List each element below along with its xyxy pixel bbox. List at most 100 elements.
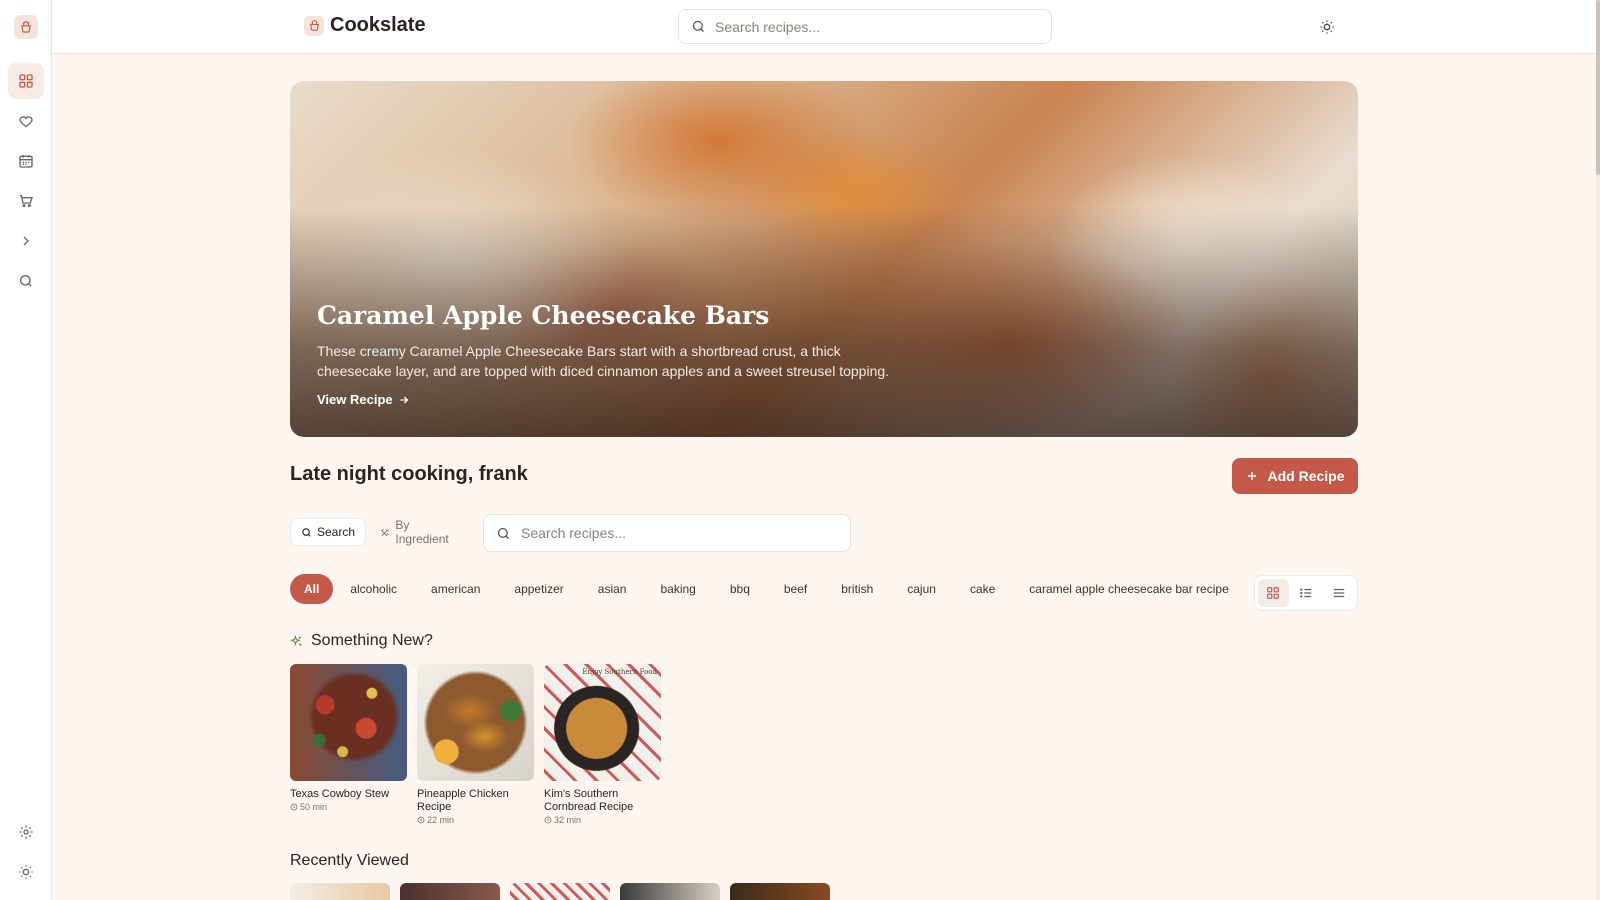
something-new-cards: Texas Cowboy Stew 50 min Pineapple Chick… [290,664,661,825]
tag-american[interactable]: american [414,574,497,604]
gear-icon [19,825,33,839]
recently-viewed-card[interactable] [730,883,830,900]
recipe-image: Enjoy Southern Food [544,664,661,781]
header-search-input[interactable] [715,18,1015,35]
arrow-right-icon [400,396,409,403]
add-recipe-label: Add Recipe [1267,468,1345,484]
sparkles-icon [290,634,302,646]
recipe-time-value: 50 min [300,802,328,812]
add-recipe-button[interactable]: Add Recipe [1232,458,1358,494]
search-icon [497,527,509,539]
tag-cake[interactable]: cake [953,574,1012,604]
heart-icon [19,116,33,128]
recipe-image [417,664,534,781]
page-scrollbar[interactable] [1596,0,1600,900]
grid-view-button[interactable] [1258,579,1289,607]
sidebar-item-settings[interactable] [8,814,44,850]
sidebar [0,0,52,900]
clock-icon [290,803,298,811]
recipe-time-value: 22 min [427,815,455,825]
tag-beef[interactable]: beef [767,574,824,604]
app-logo-icon[interactable] [14,15,38,39]
search-mode-ingredient-label: By Ingredient [395,518,449,546]
utensils-icon [381,528,389,536]
recently-viewed-cards [290,883,830,900]
tag-appetizer[interactable]: appetizer [497,574,580,604]
recipe-title: Texas Cowboy Stew [290,788,390,800]
view-mode-toggle [1254,575,1358,611]
grid-icon [1267,587,1280,599]
view-recipe-link[interactable]: View Recipe [317,392,410,407]
recently-viewed-title: Recently Viewed [290,852,409,869]
header-theme-toggle[interactable] [1316,16,1338,38]
search-icon [302,527,311,537]
sidebar-item-meal-planner[interactable] [8,143,44,179]
tag-filter-bar: All alcoholic american appetizer asian b… [290,574,1246,604]
list-view-button[interactable] [1291,579,1322,607]
tag-british[interactable]: british [824,574,890,604]
greeting-heading: Late night cooking, frank [290,463,528,485]
search-icon [692,20,704,32]
recently-viewed-heading: Recently Viewed [290,852,409,870]
calendar-icon [19,155,33,168]
image-watermark: Enjoy Southern Food [582,668,657,676]
sun-icon [1320,20,1334,34]
search-mode-by-ingredient[interactable]: By Ingredient [370,518,472,546]
tag-alcoholic[interactable]: alcoholic [333,574,414,604]
hero-title: Caramel Apple Cheesecake Bars [317,301,770,330]
sidebar-expand-button[interactable] [8,223,44,259]
recently-viewed-card[interactable] [620,883,720,900]
something-new-heading: Something New? [290,632,433,650]
search-mode-search-label: Search [317,525,356,539]
recently-viewed-card[interactable] [510,883,610,900]
recipe-search-input[interactable] [521,525,821,541]
list-icon [1300,588,1312,598]
recipe-time: 50 min [290,802,407,812]
header-search[interactable] [678,9,1052,44]
recipe-title: Pineapple Chicken Recipe [417,788,509,813]
clock-icon [417,816,425,824]
recipe-search[interactable] [483,514,851,552]
top-header: Cookslate [52,0,1596,54]
brand-name: Cookslate [330,14,426,36]
tag-caramel-apple[interactable]: caramel apple cheesecake bar recipe [1012,574,1245,604]
clock-icon [544,816,552,824]
plus-icon [1248,471,1257,481]
recipe-card[interactable]: Enjoy Southern Food Kim's Southern Cornb… [544,664,661,825]
recently-viewed-card[interactable] [400,883,500,900]
sidebar-item-favorites[interactable] [8,103,44,139]
recipe-time: 22 min [417,815,534,825]
recipe-time: 32 min [544,815,661,825]
tag-baking[interactable]: baking [643,574,712,604]
something-new-title: Something New? [311,632,433,649]
view-recipe-label: View Recipe [317,392,393,407]
chevron-right-icon [23,236,29,246]
brand-logo-icon [304,15,324,36]
sun-icon [19,865,33,879]
cart-icon [20,195,33,208]
featured-recipe-hero[interactable]: Caramel Apple Cheesecake Bars These crea… [290,81,1358,437]
recently-viewed-card[interactable] [290,883,390,900]
hero-overlay [290,81,1358,437]
recipe-title: Kim's Southern Cornbread Recipe [544,788,634,813]
hero-description: These creamy Caramel Apple Cheesecake Ba… [317,343,890,379]
recipe-card[interactable]: Texas Cowboy Stew 50 min [290,664,407,825]
search-mode-search[interactable]: Search [290,518,367,546]
recipe-card[interactable]: Pineapple Chicken Recipe 22 min [417,664,534,825]
search-mode-toggle: Search By Ingredient [290,516,472,548]
sidebar-theme-toggle[interactable] [8,854,44,890]
tag-cajun[interactable]: cajun [890,574,953,604]
brand[interactable]: Cookslate [304,14,426,37]
grid-icon [19,74,33,88]
search-icon [20,275,32,287]
recipe-image [290,664,407,781]
menu-icon [1333,588,1344,598]
scrollbar-thumb[interactable] [1596,0,1600,175]
sidebar-item-dashboard[interactable] [8,63,44,99]
tag-bbq[interactable]: bbq [713,574,767,604]
compact-view-button[interactable] [1323,579,1354,607]
tag-asian[interactable]: asian [581,574,644,604]
tag-all[interactable]: All [290,574,334,604]
sidebar-item-shopping-list[interactable] [8,183,44,219]
sidebar-item-search[interactable] [8,263,44,299]
